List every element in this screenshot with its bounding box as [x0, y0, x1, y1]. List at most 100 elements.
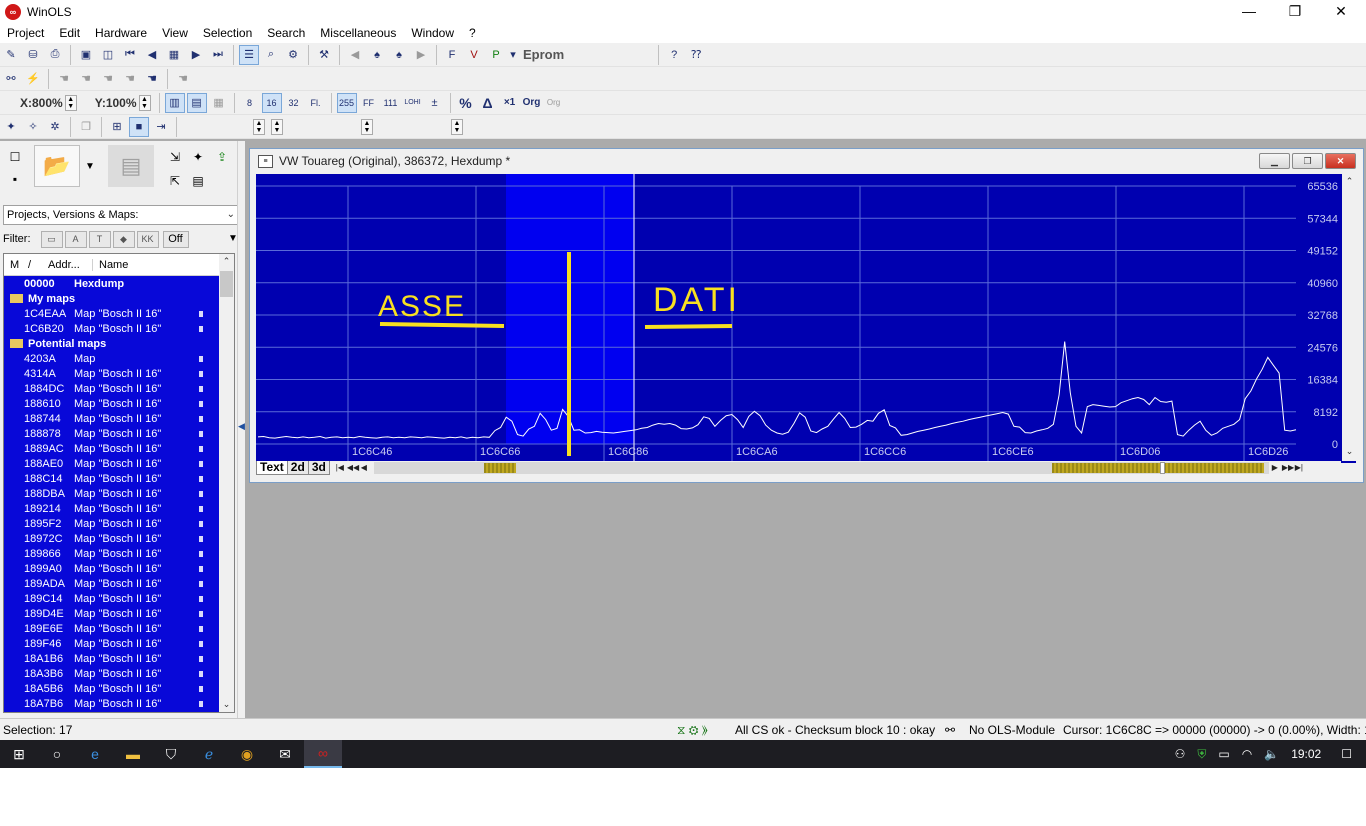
- list-folder[interactable]: Potential maps: [4, 336, 220, 351]
- ols2-icon[interactable]: ♠: [389, 45, 409, 65]
- dropdown-icon[interactable]: ▾: [508, 45, 518, 65]
- zoom-x-value[interactable]: X:800%: [20, 96, 63, 110]
- list-item[interactable]: 188744 Map "Bosch II 16": [4, 411, 220, 426]
- menu-miscellaneous[interactable]: Miscellaneous: [313, 23, 404, 43]
- column-m[interactable]: M: [4, 259, 22, 271]
- map-list[interactable]: M / Addr... Name 00000 Hexdump My maps 1C4E…: [3, 253, 235, 713]
- minimize-button[interactable]: —: [1226, 0, 1272, 23]
- hand-icon[interactable]: ☚: [54, 69, 74, 89]
- file-explorer-icon[interactable]: ▬: [114, 740, 152, 768]
- notifications-icon[interactable]: ☐: [1341, 747, 1352, 761]
- volume-icon[interactable]: 🔈: [1264, 747, 1279, 761]
- list-item[interactable]: 189D4E Map "Bosch II 16": [4, 606, 220, 621]
- window-icon[interactable]: ▣: [76, 45, 96, 65]
- menu-edit[interactable]: Edit: [52, 23, 88, 43]
- upload-icon[interactable]: ⇪: [212, 147, 232, 167]
- binary-111-button[interactable]: 111: [381, 93, 401, 113]
- list-item[interactable]: 1C4EAA Map "Bosch II 16": [4, 306, 220, 321]
- store-icon[interactable]: ⛉: [152, 740, 190, 768]
- report-icon[interactable]: ▤: [188, 171, 208, 191]
- filter-axis-icon[interactable]: A: [64, 230, 87, 248]
- context-help-icon[interactable]: ⁇: [686, 45, 706, 65]
- filter-kk-icon[interactable]: KK: [136, 230, 159, 248]
- flash-v-icon[interactable]: V: [464, 45, 484, 65]
- column-sort[interactable]: /: [22, 259, 48, 271]
- list-item[interactable]: 189F46 Map "Bosch II 16": [4, 636, 220, 651]
- menu-view[interactable]: View: [155, 23, 196, 43]
- list-item[interactable]: 188AE0 Map "Bosch II 16": [4, 456, 220, 471]
- nav-next-icon[interactable]: ▶: [1270, 462, 1280, 474]
- list-item[interactable]: 189C14 Map "Bosch II 16": [4, 591, 220, 606]
- list-item[interactable]: 188610 Map "Bosch II 16": [4, 396, 220, 411]
- menu-project[interactable]: Project: [0, 23, 52, 43]
- list-item[interactable]: 4203A Map: [4, 351, 220, 366]
- horizontal-scrollbar[interactable]: [373, 462, 1269, 474]
- map-axis-icon[interactable]: ⊞: [107, 117, 127, 137]
- nav-prev-page-icon[interactable]: ◀◀: [347, 462, 359, 474]
- 8bit-button[interactable]: 8: [240, 93, 260, 113]
- close-button[interactable]: ✕: [1318, 0, 1364, 23]
- column-address[interactable]: Addr...: [48, 259, 92, 271]
- filter-format-icon[interactable]: ▭: [40, 230, 63, 248]
- export-icon[interactable]: ⇱: [165, 171, 185, 191]
- flash-p-icon[interactable]: P: [486, 45, 506, 65]
- scroll-up-icon[interactable]: ⌃: [219, 254, 234, 269]
- list-item[interactable]: 1899A0 Map "Bosch II 16": [4, 561, 220, 576]
- nav-first-icon[interactable]: |◀: [335, 462, 345, 474]
- list-item[interactable]: 188C14 Map "Bosch II 16": [4, 471, 220, 486]
- menu-selection[interactable]: Selection: [196, 23, 260, 43]
- map-tool-icon[interactable]: ✲: [45, 117, 65, 137]
- wizard-icon[interactable]: ✎: [1, 45, 21, 65]
- connect-icon[interactable]: ⚯: [1, 69, 21, 89]
- hexdump-chart[interactable]: 1C6C46 1C6C66 1C6C86 1C6CA6 1C6CC6 1C6CE6 1C6D…: [256, 174, 1356, 463]
- factor-button[interactable]: ×1: [500, 93, 520, 113]
- list-item[interactable]: 189ADA Map "Bosch II 16": [4, 576, 220, 591]
- list-item[interactable]: 189E6E Map "Bosch II 16": [4, 621, 220, 636]
- filter-type-icon[interactable]: T: [88, 230, 111, 248]
- hand-green-icon[interactable]: ☚: [142, 69, 162, 89]
- original2-button[interactable]: Org: [544, 93, 564, 113]
- chrome-icon[interactable]: ◉: [228, 740, 266, 768]
- tab-2d[interactable]: 2d: [286, 461, 309, 475]
- delta-button[interactable]: Δ: [478, 93, 498, 113]
- edge-icon[interactable]: e: [76, 740, 114, 768]
- list-item[interactable]: 18A1B6 Map "Bosch II 16": [4, 651, 220, 666]
- sign-icon[interactable]: ±: [425, 93, 445, 113]
- open-dropdown-icon[interactable]: ▼: [82, 145, 98, 187]
- menu-hardware[interactable]: Hardware: [88, 23, 155, 43]
- chart-scroll-up-icon[interactable]: ⌃: [1342, 174, 1357, 189]
- decimal-255-button[interactable]: 255: [336, 92, 357, 113]
- import-icon[interactable]: ⇲: [165, 147, 185, 167]
- project-folder-icon[interactable]: ▤: [108, 145, 154, 187]
- float-button[interactable]: Fl.: [306, 93, 326, 113]
- map-color-icon[interactable]: ■: [129, 116, 149, 137]
- column-name[interactable]: Name: [92, 258, 192, 271]
- windows-icon[interactable]: ◫: [98, 45, 118, 65]
- tab-text[interactable]: Text: [256, 461, 288, 475]
- flash-f-icon[interactable]: F: [442, 45, 462, 65]
- hand3-icon[interactable]: ☚: [98, 69, 118, 89]
- scroll-down-icon[interactable]: ⌄: [219, 697, 234, 712]
- eprom-label[interactable]: Eprom: [523, 47, 564, 62]
- child-minimize-button[interactable]: ▁: [1259, 153, 1290, 169]
- mail-icon[interactable]: ✉: [266, 740, 304, 768]
- zoom-y-spinner[interactable]: ▲ ▼: [138, 94, 151, 111]
- menu-search[interactable]: Search: [260, 23, 313, 43]
- list-item[interactable]: 1895F2 Map "Bosch II 16": [4, 516, 220, 531]
- nav-last-icon[interactable]: ▶|: [1294, 462, 1304, 474]
- list-view-icon[interactable]: ☰: [239, 44, 259, 65]
- database-icon[interactable]: ⛁: [23, 45, 43, 65]
- list-item[interactable]: 189866 Map "Bosch II 16": [4, 546, 220, 561]
- list-item[interactable]: 1884DC Map "Bosch II 16": [4, 381, 220, 396]
- 16bit-button[interactable]: 16: [261, 92, 282, 113]
- child-close-button[interactable]: ✕: [1325, 153, 1356, 169]
- spinner-d[interactable]: ▲ ▼: [451, 118, 463, 135]
- chart-scroll-down-icon[interactable]: ⌄: [1342, 444, 1357, 459]
- previous-icon[interactable]: ◀: [142, 45, 162, 65]
- map-find-icon[interactable]: ✧: [23, 117, 43, 137]
- zoom-y-value[interactable]: Y:100%: [95, 96, 137, 110]
- list-item[interactable]: 18A7B6 Map "Bosch II 16": [4, 696, 220, 711]
- search-icon[interactable]: ○: [38, 740, 76, 768]
- help-icon[interactable]: ?: [664, 45, 684, 65]
- lohi-button[interactable]: LOHI: [403, 93, 423, 113]
